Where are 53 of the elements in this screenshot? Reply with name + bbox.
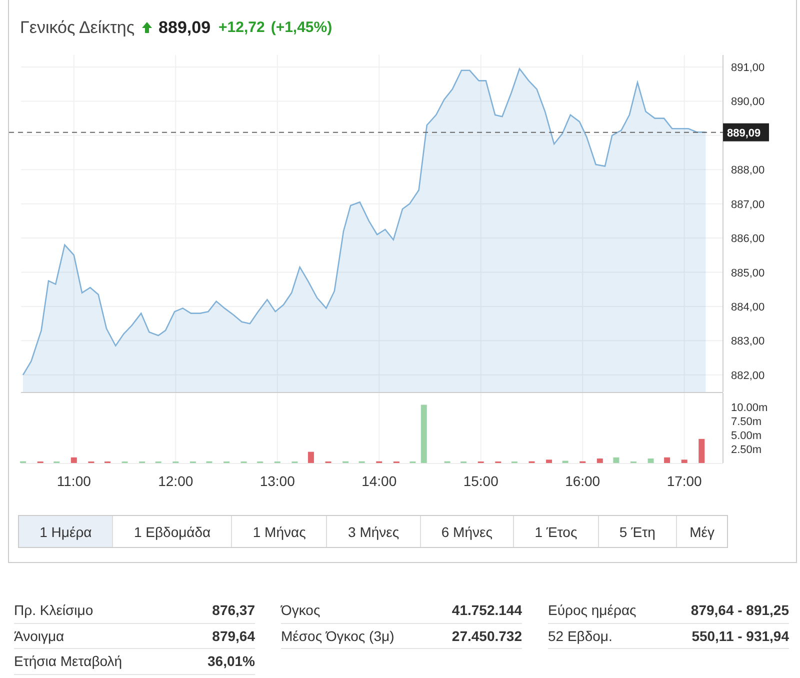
stat-label: Μέσος Όγκος (3μ): [281, 628, 394, 644]
axis-label: 17:00: [666, 473, 702, 489]
stat-value: 879,64: [212, 628, 255, 644]
axis-label: 886,00: [731, 233, 765, 246]
axis-label: 15:00: [463, 473, 498, 489]
volume-bar-down: [698, 438, 705, 463]
last-price-label-background: [723, 123, 769, 142]
axis-label: 887,00: [731, 198, 765, 211]
volume-bar-down: [308, 452, 314, 463]
stat-label: Πρ. Κλείσιμο: [14, 602, 94, 618]
volume-bar-up: [420, 404, 427, 463]
index-name: Γενικός Δείκτης: [20, 18, 135, 38]
axis-label: 10.00m: [731, 402, 768, 414]
stat-label: Ετήσια Μεταβολή: [14, 653, 122, 670]
axis-label: 12:00: [158, 473, 194, 489]
axis-label: 891,00: [731, 62, 765, 74]
volume-bar-down: [70, 457, 77, 463]
last-price: 889,09: [158, 18, 211, 38]
axis-label: 2.50m: [731, 444, 762, 456]
stat-value: 876,37: [212, 602, 255, 618]
axis-label: 16:00: [565, 473, 600, 489]
stat-value: 27.450.732: [452, 628, 522, 644]
volume-bar-down: [546, 460, 552, 463]
axis-label: 882,00: [731, 370, 765, 382]
volume-bar-down: [664, 457, 670, 463]
stat-value: 879,64 - 891,25: [690, 602, 789, 618]
volume-bar-up: [648, 458, 654, 463]
stat-label: Εύρος ημέρας: [548, 602, 636, 618]
volume-bar-down: [596, 458, 603, 463]
axis-label: 11:00: [56, 473, 91, 489]
price-change: +12,72: [218, 19, 265, 36]
stat-label: Όγκος: [281, 602, 320, 618]
range-tab[interactable]: 1 Ημέρα: [19, 516, 114, 547]
up-arrow-icon: [140, 21, 153, 34]
axis-label: 890,00: [731, 96, 765, 108]
volume-bar-up: [613, 457, 620, 463]
price-change-percent: (+1,45%): [270, 19, 332, 36]
stat-value: 36,01%: [208, 653, 255, 670]
axis-label: 5.00m: [731, 430, 762, 442]
stat-value: 550,11 - 931,94: [692, 628, 789, 644]
stat-value: 41.752.144: [452, 602, 522, 618]
axis-label: 885,00: [731, 267, 765, 280]
volume-bar-down: [681, 460, 688, 463]
axis-label: 7.50m: [731, 416, 762, 428]
axis-label: 14:00: [362, 473, 397, 489]
stat-label: 52 Εβδομ.: [548, 628, 612, 644]
axis-label: 883,00: [731, 336, 765, 348]
axis-label: 13:00: [260, 473, 295, 489]
last-price-label: 889,09: [727, 127, 761, 140]
axis-label: 884,00: [731, 301, 765, 314]
axis-label: 888,00: [731, 164, 765, 177]
volume-bar-up: [562, 460, 568, 463]
stat-label: Άνοιγμα: [14, 628, 64, 644]
